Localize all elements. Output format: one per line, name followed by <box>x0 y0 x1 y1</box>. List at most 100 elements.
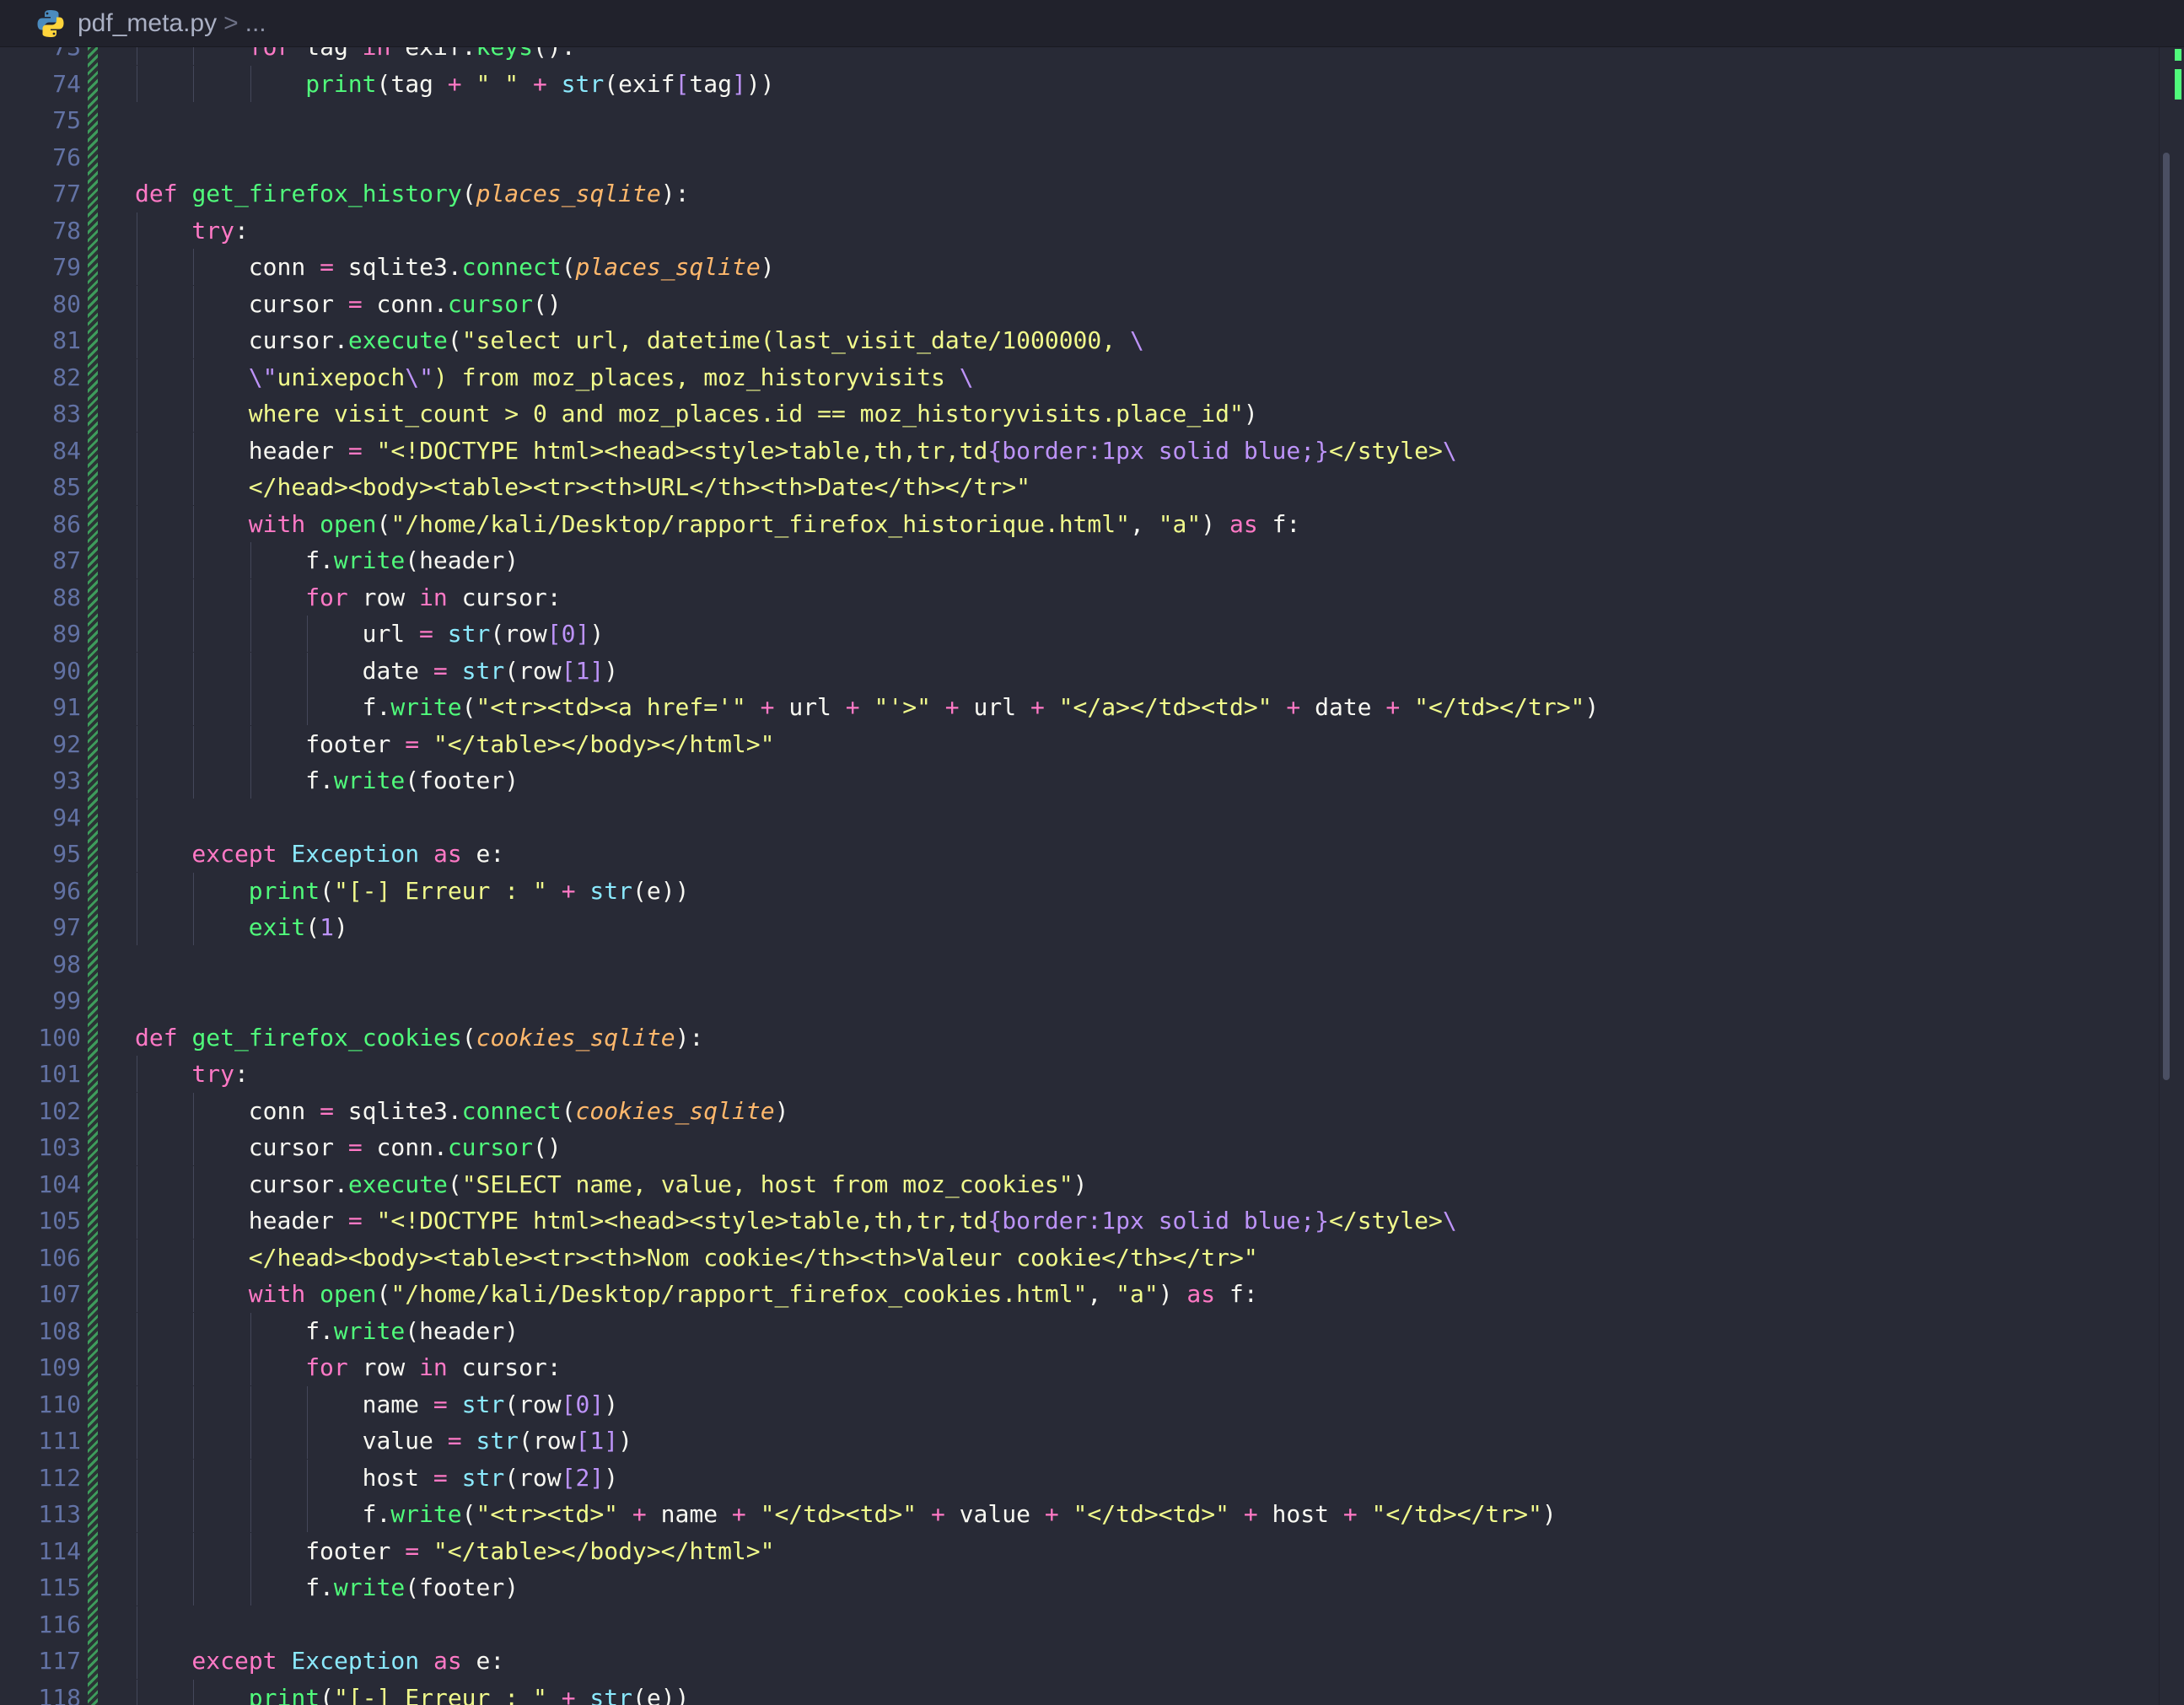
change-marker <box>2175 69 2181 100</box>
code-text[interactable]: f.write(footer) <box>305 1569 519 1605</box>
code-text[interactable]: \"unixepoch\") from moz_places, moz_hist… <box>249 359 974 395</box>
code-text[interactable]: date = str(row[1]) <box>363 653 618 689</box>
code-line[interactable]: 111 value = str(row[1]) <box>0 1423 2159 1459</box>
code-line[interactable]: 104 cursor.execute("SELECT name, value, h… <box>0 1165 2159 1202</box>
code-text[interactable]: where visit_count > 0 and moz_places.id … <box>249 395 1258 432</box>
code-text[interactable]: with open("/home/kali/Desktop/rapport_fi… <box>249 1276 1258 1312</box>
code-line[interactable]: 102 conn = sqlite3.connect(cookies_sqlite… <box>0 1092 2159 1129</box>
code-text[interactable]: f.write("<tr><td>" + name + "</td><td>" … <box>363 1496 1557 1532</box>
code-line[interactable]: 95 except Exception as e: <box>0 836 2159 872</box>
breadcrumb-more[interactable]: ... <box>245 9 266 38</box>
code-line[interactable]: 114 footer = "</table></body></html>" <box>0 1532 2159 1569</box>
code-line[interactable]: 82 \"unixepoch\") from moz_places, moz_hi… <box>0 358 2159 395</box>
code-text[interactable]: header = "<!DOCTYPE html><head><style>ta… <box>249 433 1457 469</box>
line-number: 100 <box>38 1023 81 1052</box>
code-text[interactable]: print("[-] Erreur : " + str(e)) <box>249 873 690 909</box>
code-line[interactable]: 118 print("[-] Erreur : " + str(e)) <box>0 1679 2159 1705</box>
code-text[interactable]: cursor = conn.cursor() <box>249 286 562 322</box>
indent-guide <box>307 689 309 725</box>
code-line[interactable]: 76 <box>0 139 2159 175</box>
code-text[interactable]: footer = "</table></body></html>" <box>305 726 774 762</box>
code-line[interactable]: 109 for row in cursor: <box>0 1349 2159 1385</box>
code-text[interactable]: footer = "</table></body></html>" <box>305 1533 774 1569</box>
code-text[interactable]: try: <box>191 1056 248 1092</box>
code-line[interactable]: 92 footer = "</table></body></html>" <box>0 725 2159 762</box>
code-line[interactable]: 75 <box>0 102 2159 138</box>
code-text[interactable]: with open("/home/kali/Desktop/rapport_fi… <box>249 506 1301 542</box>
code-line[interactable]: 84 header = "<!DOCTYPE html><head><style>… <box>0 432 2159 469</box>
code-text[interactable]: f.write(footer) <box>305 762 519 799</box>
code-line[interactable]: 81 cursor.execute("select url, datetime(l… <box>0 322 2159 358</box>
code-line[interactable]: 98 <box>0 946 2159 982</box>
code-line[interactable]: 99 <box>0 982 2159 1019</box>
line-number: 85 <box>52 473 81 501</box>
code-line[interactable]: 86 with open("/home/kali/Desktop/rapport_… <box>0 505 2159 542</box>
code-text[interactable]: exit(1) <box>249 909 348 945</box>
code-line[interactable]: 94 <box>0 799 2159 836</box>
code-line[interactable]: 91 f.write("<tr><td><a href='" + url + "'… <box>0 689 2159 725</box>
code-text[interactable]: try: <box>191 212 248 249</box>
code-line[interactable]: 74 print(tag + " " + str(exif[tag])) <box>0 65 2159 102</box>
code-line[interactable]: 96 print("[-] Erreur : " + str(e)) <box>0 872 2159 909</box>
code-text[interactable]: except Exception as e: <box>191 1643 504 1679</box>
code-line[interactable]: 112 host = str(row[2]) <box>0 1459 2159 1496</box>
code-line[interactable]: 117 except Exception as e: <box>0 1643 2159 1679</box>
code-line[interactable]: 116 <box>0 1605 2159 1643</box>
indent-guide <box>193 322 195 358</box>
code-editor[interactable]: 73for tag in exif.keys():74print(tag + "… <box>0 47 2159 1705</box>
code-text[interactable]: for tag in exif.keys(): <box>249 47 576 65</box>
code-text[interactable]: f.write("<tr><td><a href='" + url + "'>"… <box>363 689 1600 725</box>
scrollbar-thumb[interactable] <box>2163 153 2170 1080</box>
code-text[interactable]: header = "<!DOCTYPE html><head><style>ta… <box>249 1202 1457 1239</box>
code-line[interactable]: 100 def get_firefox_cookies(cookies_sqlit… <box>0 1019 2159 1056</box>
code-line[interactable]: 106 </head><body><table><tr><th>Nom cooki… <box>0 1239 2159 1276</box>
code-line[interactable]: 103 cursor = conn.cursor() <box>0 1129 2159 1165</box>
code-token: sqlite3. <box>333 253 462 281</box>
vertical-scrollbar[interactable] <box>2159 47 2184 1705</box>
code-line[interactable]: 113 f.write("<tr><td>" + name + "</td><td… <box>0 1496 2159 1532</box>
code-line[interactable]: 101 try: <box>0 1056 2159 1092</box>
code-text[interactable]: f.write(header) <box>305 1313 519 1349</box>
breadcrumb-file[interactable]: pdf_meta.py <box>78 9 217 38</box>
code-text[interactable]: except Exception as e: <box>191 836 504 872</box>
code-text[interactable]: name = str(row[0]) <box>363 1386 618 1423</box>
code-text[interactable]: f.write(header) <box>305 542 519 578</box>
code-text[interactable]: value = str(row[1]) <box>363 1423 632 1459</box>
code-text[interactable]: </head><body><table><tr><th>Nom cookie</… <box>249 1240 1258 1276</box>
code-line[interactable]: 110 name = str(row[0]) <box>0 1385 2159 1423</box>
code-line[interactable]: 77 def get_firefox_history(places_sqlite)… <box>0 175 2159 212</box>
code-text[interactable]: print(tag + " " + str(exif[tag])) <box>305 66 774 102</box>
code-text[interactable]: print("[-] Erreur : " + str(e)) <box>249 1680 690 1705</box>
code-text[interactable]: conn = sqlite3.connect(cookies_sqlite) <box>249 1093 789 1129</box>
code-line[interactable]: 78 try: <box>0 212 2159 249</box>
code-text[interactable]: </head><body><table><tr><th>URL</th><th>… <box>249 469 1030 505</box>
code-line[interactable]: 79 conn = sqlite3.connect(places_sqlite) <box>0 249 2159 285</box>
code-line[interactable]: 97 exit(1) <box>0 909 2159 945</box>
code-text[interactable]: cursor.execute("SELECT name, value, host… <box>249 1166 1088 1202</box>
code-line[interactable]: 90 date = str(row[1]) <box>0 652 2159 689</box>
code-text[interactable]: conn = sqlite3.connect(places_sqlite) <box>249 249 775 285</box>
code-token: header <box>248 436 348 465</box>
code-text[interactable]: for row in cursor: <box>305 579 561 616</box>
line-number: 114 <box>38 1536 81 1565</box>
code-line[interactable]: 105 header = "<!DOCTYPE html><head><style… <box>0 1202 2159 1239</box>
code-line[interactable]: 93 f.write(footer) <box>0 762 2159 799</box>
code-line[interactable]: 85 </head><body><table><tr><th>URL</th><t… <box>0 469 2159 505</box>
code-line[interactable]: 89 url = str(row[0]) <box>0 616 2159 652</box>
code-text[interactable]: cursor.execute("select url, datetime(las… <box>249 322 1144 358</box>
code-line[interactable]: 107 with open("/home/kali/Desktop/rapport… <box>0 1276 2159 1312</box>
code-text[interactable]: host = str(row[2]) <box>363 1460 618 1496</box>
code-line[interactable]: 83 where visit_count > 0 and moz_places.i… <box>0 395 2159 432</box>
code-text[interactable]: def get_firefox_cookies(cookies_sqlite): <box>135 1019 703 1056</box>
code-text[interactable]: def get_firefox_history(places_sqlite): <box>135 175 689 212</box>
code-line[interactable]: 108 f.write(header) <box>0 1312 2159 1349</box>
code-line[interactable]: 87 f.write(header) <box>0 542 2159 578</box>
code-line[interactable]: 73 for tag in exif.keys(): <box>0 47 2159 65</box>
code-line[interactable]: 115 f.write(footer) <box>0 1569 2159 1605</box>
code-line[interactable]: 80 cursor = conn.cursor() <box>0 285 2159 322</box>
code-line[interactable]: 88 for row in cursor: <box>0 578 2159 616</box>
code-text[interactable]: cursor = conn.cursor() <box>249 1129 562 1165</box>
code-text[interactable]: url = str(row[0]) <box>363 616 605 652</box>
code-text[interactable]: for row in cursor: <box>305 1349 561 1385</box>
